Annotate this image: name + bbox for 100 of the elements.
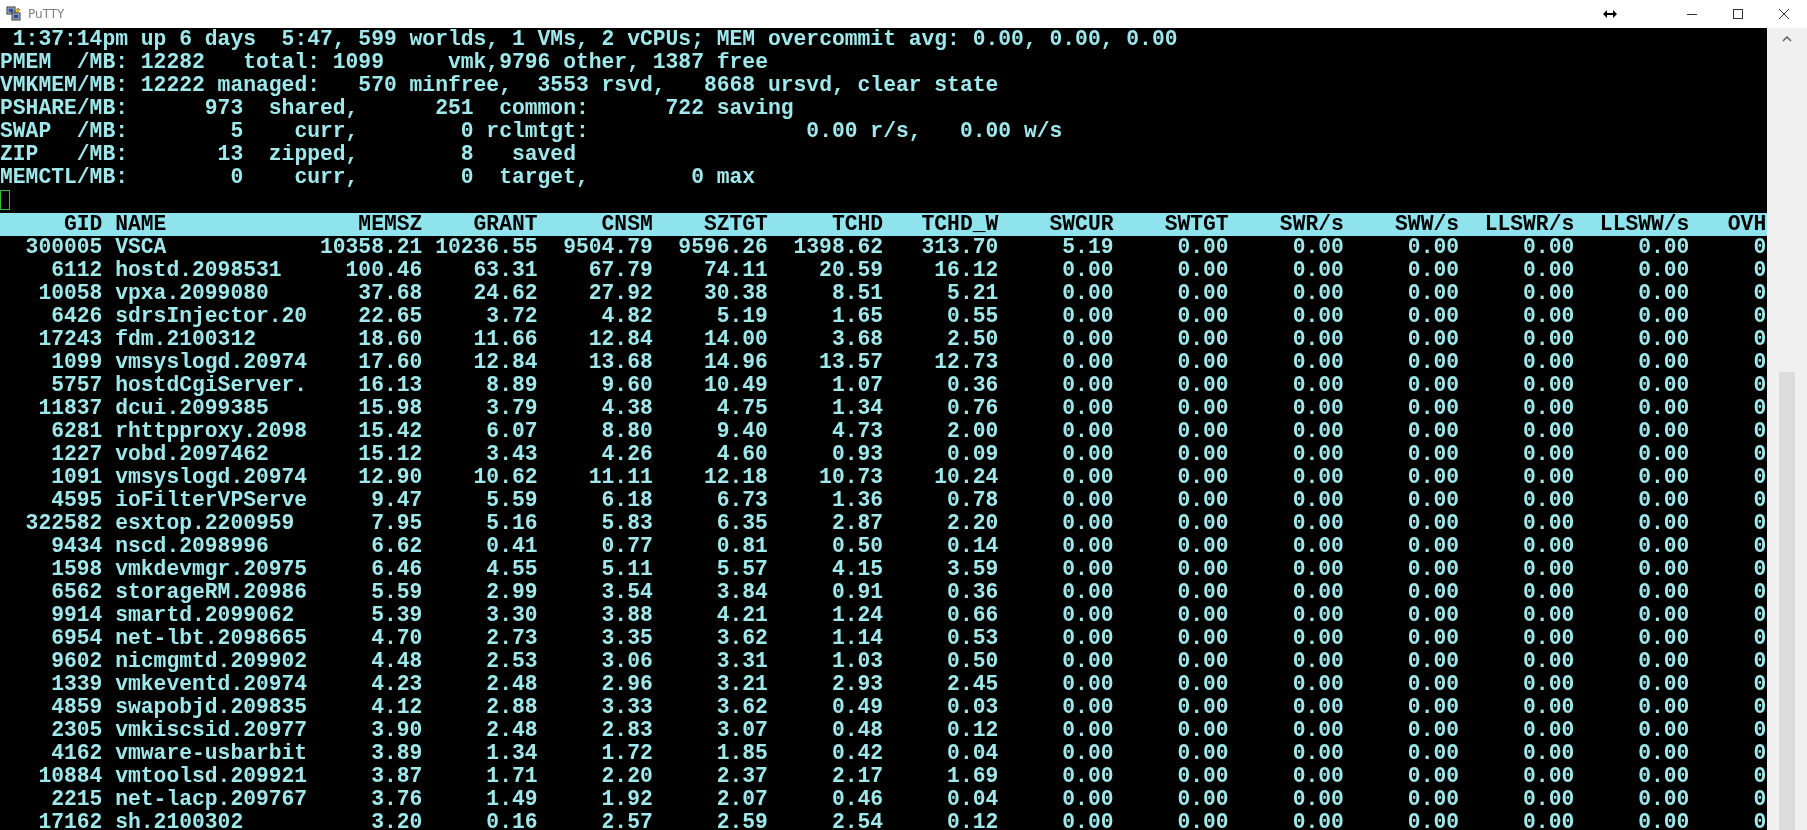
table-cell-text: 0.00 <box>1637 558 1690 581</box>
table-cell-text: swapobjd.209835 <box>115 696 309 719</box>
table-cell-text: hostd.2098531 <box>115 259 283 282</box>
table-cell-text: 0.00 <box>1406 742 1460 765</box>
table-cell-text: 0 <box>1752 374 1767 397</box>
caret-up-icon[interactable] <box>1782 36 1792 42</box>
table-cell-text: 20.59 <box>818 259 884 282</box>
table-cell-text: 2.59 <box>715 811 768 830</box>
text-cursor <box>0 190 10 210</box>
computers-icon <box>6 6 22 22</box>
table-cell-text: 0.00 <box>1291 719 1344 742</box>
table-cell-text: 0.00 <box>1406 604 1460 627</box>
table-cell-text: 24.62 <box>472 282 538 305</box>
table-cell-text: 1398.62 <box>792 236 884 259</box>
table-cell-text: 4162 <box>50 742 103 765</box>
table-cell-text: vmkdevmgr.20975 <box>115 558 309 581</box>
table-cell-text: 0.00 <box>1406 397 1460 420</box>
table-cell-text: 1.36 <box>830 489 884 512</box>
table-cell-text: 3.88 <box>600 604 653 627</box>
table-cell-text: 0.00 <box>1061 420 1114 443</box>
table-cell-text: 2.96 <box>600 673 653 696</box>
table-cell-text: 0.00 <box>1406 236 1460 259</box>
table-cell-text: 0 <box>1752 305 1767 328</box>
table-cell-text: 0 <box>1752 351 1767 374</box>
table-cell-text: 0.00 <box>1406 811 1460 830</box>
table-cell-text: 0.00 <box>1291 581 1344 604</box>
table-cell-text: 9504.79 <box>562 236 653 259</box>
table-cell-text: 1.34 <box>485 742 538 765</box>
table-cell-text: 0.00 <box>1061 811 1114 830</box>
table-cell-text: 0.00 <box>1522 328 1575 351</box>
table-cell-text: 0.00 <box>1637 420 1690 443</box>
table-cell-text: 4.48 <box>370 650 423 673</box>
table-cell-text: 10236.55 <box>434 236 538 259</box>
table-cell-text: 0.00 <box>1522 466 1575 489</box>
table-cell-text: 11837 <box>37 397 103 420</box>
table-cell-text: 8.51 <box>830 282 884 305</box>
table-cell-text: 0.14 <box>946 535 999 558</box>
table-cell-text: 0.00 <box>1176 604 1229 627</box>
table-cell-text: 0 <box>1752 719 1767 742</box>
table-cell-text: 4.60 <box>715 443 768 466</box>
table-cell-text: 5.21 <box>946 282 999 305</box>
table-cell-text: 0.00 <box>1522 374 1575 397</box>
table-cell-text: 0.00 <box>1522 489 1575 512</box>
table-cell-text: 12.84 <box>587 328 653 351</box>
table-cell-text: hostdCgiServer. <box>115 374 309 397</box>
table-cell-text: 0.77 <box>600 535 653 558</box>
table-cell-text: 0.48 <box>830 719 884 742</box>
table-cell-text: 0.00 <box>1176 443 1229 466</box>
table-cell-text: 0.00 <box>1061 351 1114 374</box>
table-cell-text: 0.00 <box>1061 397 1114 420</box>
table-cell-text: 0.00 <box>1522 696 1575 719</box>
table-cell-text: 0.00 <box>1406 673 1460 696</box>
table-cell-text: sh.2100302 <box>115 811 245 830</box>
table-cell-text: 10.73 <box>818 466 884 489</box>
table-cell-text: 0 <box>1752 443 1767 466</box>
table-cell-text: 0.55 <box>946 305 999 328</box>
table-cell-text: 1.85 <box>715 742 768 765</box>
table-cell-text: 0 <box>1752 558 1767 581</box>
table-cell-text: 0.00 <box>1291 443 1344 466</box>
table-cell-text: 0.00 <box>1176 696 1229 719</box>
table-cell-text: 0.00 <box>1291 811 1344 830</box>
table-cell-text: 6.35 <box>715 512 768 535</box>
window-title: PuTTY <box>28 7 65 21</box>
table-cell-text: 2.54 <box>830 811 884 830</box>
table-cell-text: 9.40 <box>715 420 768 443</box>
table-cell-text: 0.00 <box>1176 788 1229 811</box>
table-cell-text: 10.49 <box>702 374 768 397</box>
table-cell-text: 2.37 <box>715 765 768 788</box>
table-cell-text: 0.12 <box>946 811 999 830</box>
table-cell-text: 2.20 <box>946 512 999 535</box>
table-cell-text: 0.00 <box>1291 466 1344 489</box>
table-cell-text: 0.00 <box>1061 443 1114 466</box>
table-cell-text: 0.00 <box>1176 719 1229 742</box>
table-cell-text: 0.00 <box>1291 604 1344 627</box>
table-cell-text: 0.00 <box>1637 328 1690 351</box>
table-cell-text: 0.00 <box>1291 673 1344 696</box>
table-cell-text: 0.49 <box>830 696 884 719</box>
table-cell-text: 13.68 <box>587 351 653 374</box>
table-cell-text: VSCA <box>115 236 168 259</box>
table-cell: 10358.21 <box>319 236 423 259</box>
table-cell-text: 15.12 <box>357 443 423 466</box>
table-cell-text: 0.00 <box>1637 604 1690 627</box>
table-cell-text: 10.24 <box>933 466 999 489</box>
table-cell-text: 0.00 <box>1637 673 1690 696</box>
table-cell-text: 0.00 <box>1176 328 1229 351</box>
table-cell-text: 0.00 <box>1522 420 1575 443</box>
table-cell-text: 1.49 <box>485 788 538 811</box>
table-cell-text: 9914 <box>50 604 103 627</box>
table-cell-text: 3.43 <box>485 443 538 466</box>
table-cell-text: 0.00 <box>1176 351 1229 374</box>
table-cell-text: 2.00 <box>946 420 999 443</box>
table-cell-text: 0.00 <box>1406 282 1460 305</box>
table-cell-text: 1.34 <box>830 397 884 420</box>
table-cell-text: vmkiscsid.20977 <box>115 719 309 742</box>
table-cell-text: 0.00 <box>1637 719 1690 742</box>
table-cell-text: 0.00 <box>1176 581 1229 604</box>
table-cell-text: 0.00 <box>1061 512 1114 535</box>
table-cell-text: 2215 <box>50 788 103 811</box>
table-cell-text: 0.00 <box>1291 374 1344 397</box>
scrollbar[interactable] <box>1767 28 1807 830</box>
